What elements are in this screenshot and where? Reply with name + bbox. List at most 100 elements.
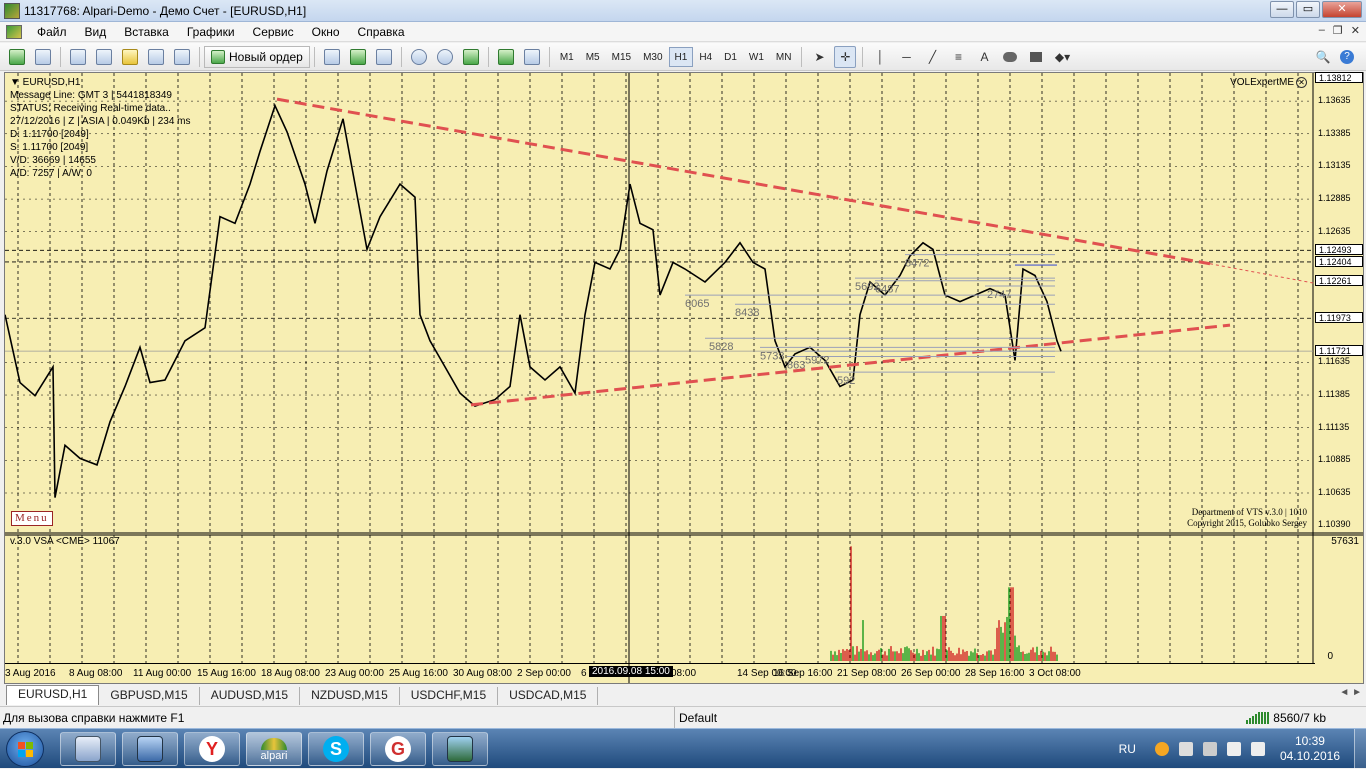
navigator-button[interactable]: [93, 46, 115, 68]
trendline-tool-button[interactable]: ╱: [921, 46, 943, 68]
maximize-button[interactable]: ▭: [1296, 1, 1320, 18]
language-indicator[interactable]: RU: [1119, 742, 1136, 756]
channel-tool-button[interactable]: ≡: [947, 46, 969, 68]
menu-charts[interactable]: Графики: [178, 22, 244, 42]
system-clock[interactable]: 10:39 04.10.2016: [1280, 734, 1340, 764]
menu-bar: Файл Вид Вставка Графики Сервис Окно Спр…: [0, 22, 1366, 42]
arrows-icon: [1030, 51, 1043, 62]
tab-eurusd-h1[interactable]: EURUSD,H1: [6, 685, 100, 705]
menu-tools[interactable]: Сервис: [244, 22, 303, 42]
metaeditor-button[interactable]: [171, 46, 193, 68]
taskbar-yandex-browser[interactable]: Y: [184, 732, 240, 766]
text-tool-button[interactable]: A: [973, 46, 995, 68]
mdi-close-button[interactable]: ✕: [1351, 24, 1360, 37]
text-label-tool-button[interactable]: [999, 46, 1021, 68]
line-chart-button[interactable]: [373, 46, 395, 68]
new-order-button[interactable]: Новый ордер: [204, 45, 310, 68]
timeframe-w1[interactable]: W1: [743, 47, 770, 67]
timeframe-mn[interactable]: MN: [770, 47, 798, 67]
new-chart-button[interactable]: [6, 46, 28, 68]
menu-help[interactable]: Справка: [349, 22, 414, 42]
timeframe-d1[interactable]: D1: [718, 47, 743, 67]
resistance-trendline-extension: [1209, 263, 1316, 284]
timeframe-m30[interactable]: M30: [637, 47, 668, 67]
chart-window[interactable]: 6065 8438 5828 5733 863 5972 592 6487 5692 2747 84…: [4, 72, 1364, 684]
volume-axis-max: 57631: [1331, 536, 1359, 547]
price-axis-tick: 1.10390: [1318, 519, 1351, 529]
minimize-button[interactable]: —: [1270, 1, 1294, 18]
menu-insert[interactable]: Вставка: [115, 22, 178, 42]
volume-icon[interactable]: [1250, 742, 1265, 756]
time-axis[interactable]: 3 Aug 2016 8 Aug 08:00 11 Aug 00:00 15 Aug …: [5, 663, 1315, 683]
tab-gbpusd-m15[interactable]: GBPUSD,M15: [99, 687, 200, 705]
profiles-button[interactable]: [32, 46, 54, 68]
zoom-out-button[interactable]: [434, 46, 456, 68]
arrows-tool-button[interactable]: [1025, 46, 1047, 68]
zoom-in-button[interactable]: [408, 46, 430, 68]
horizontal-line-tool-button[interactable]: ─: [895, 46, 917, 68]
price-chart-canvas[interactable]: 6065843858285733863 597259264875692274784…: [5, 73, 1363, 683]
taskbar-calculator[interactable]: [60, 732, 116, 766]
search-button[interactable]: 🔍: [1312, 46, 1334, 68]
time-axis-tick: 26 Sep 00:00: [901, 668, 961, 679]
tab-nzdusd-m15[interactable]: NZDUSD,M15: [300, 687, 400, 705]
timeframe-h4[interactable]: H4: [693, 47, 718, 67]
tab-scroll-arrows[interactable]: ◄ ►: [1339, 687, 1362, 698]
tab-audusd-m15[interactable]: AUDUSD,M15: [200, 687, 301, 705]
show-desktop-button[interactable]: [1354, 729, 1366, 769]
taskbar-g-app[interactable]: G: [370, 732, 426, 766]
tray-flag-icon[interactable]: [1178, 742, 1193, 756]
timeframe-m15[interactable]: M15: [606, 47, 637, 67]
volume-level-label: 5733: [760, 350, 784, 362]
price-axis-tick: 1.11385: [1318, 389, 1350, 400]
text-label-icon: [1003, 51, 1018, 62]
indicator-close-icon[interactable]: ✕: [1296, 77, 1307, 88]
mdi-restore-button[interactable]: ❐: [1333, 24, 1343, 37]
new-order-label: Новый ордер: [229, 49, 303, 64]
shapes-dropdown-button[interactable]: ◆▾: [1051, 46, 1073, 68]
equidistant-channel-icon: ≡: [954, 49, 962, 64]
symbol-label[interactable]: ▼ EURUSD,H1: [10, 76, 191, 89]
timeframe-m5[interactable]: M5: [580, 47, 606, 67]
menu-file[interactable]: Файл: [28, 22, 76, 42]
terminal-button[interactable]: [119, 46, 141, 68]
clock-date: 04.10.2016: [1279, 749, 1340, 763]
tab-usdcad-m15[interactable]: USDCAD,M15: [498, 687, 599, 705]
chart-shift-button[interactable]: [521, 46, 543, 68]
calculator-icon: [75, 736, 101, 762]
tab-usdchf-m15[interactable]: USDCHF,M15: [400, 687, 499, 705]
tray-app-icon[interactable]: [1154, 742, 1169, 756]
crosshair-tool-button[interactable]: ✛: [834, 45, 857, 68]
chart-window-icon[interactable]: [6, 24, 22, 39]
indicator-menu-button[interactable]: Menu: [11, 511, 53, 526]
help-button[interactable]: ?: [1336, 46, 1358, 68]
cursor-tool-button[interactable]: ➤: [808, 46, 830, 68]
taskbar-computer[interactable]: [122, 732, 178, 766]
timeframe-h1[interactable]: H1: [668, 46, 694, 67]
bar-chart-button[interactable]: [321, 46, 343, 68]
tester-button[interactable]: [145, 46, 167, 68]
market-watch-button[interactable]: [67, 46, 89, 68]
strategy-tester-icon: [148, 48, 164, 65]
close-button[interactable]: ✕: [1322, 1, 1362, 18]
status-profile[interactable]: Default: [674, 707, 717, 729]
taskbar-photo-viewer[interactable]: [432, 732, 488, 766]
candlestick-button[interactable]: [347, 46, 369, 68]
network-icon[interactable]: [1226, 742, 1241, 756]
price-axis-tick: 1.10885: [1318, 454, 1351, 465]
indicator-name: VOLExpertME: [1230, 77, 1294, 88]
start-button[interactable]: [6, 731, 44, 767]
tray-device-icon[interactable]: [1202, 742, 1217, 756]
timeframe-m1[interactable]: M1: [554, 47, 580, 67]
mdi-minimize-button[interactable]: –: [1319, 24, 1325, 37]
tile-windows-button[interactable]: [460, 46, 482, 68]
taskbar-skype[interactable]: S: [308, 732, 364, 766]
support-trendline: [470, 323, 1231, 407]
menu-view[interactable]: Вид: [76, 22, 116, 42]
info-line: Message Line: GMT 3 | 5441818349: [10, 90, 172, 101]
vertical-line-tool-button[interactable]: │: [869, 46, 891, 68]
auto-scroll-button[interactable]: [495, 46, 517, 68]
new-chart-icon: [9, 48, 25, 65]
menu-window[interactable]: Окно: [303, 22, 349, 42]
taskbar-alpari-terminal[interactable]: alpari: [246, 732, 302, 766]
